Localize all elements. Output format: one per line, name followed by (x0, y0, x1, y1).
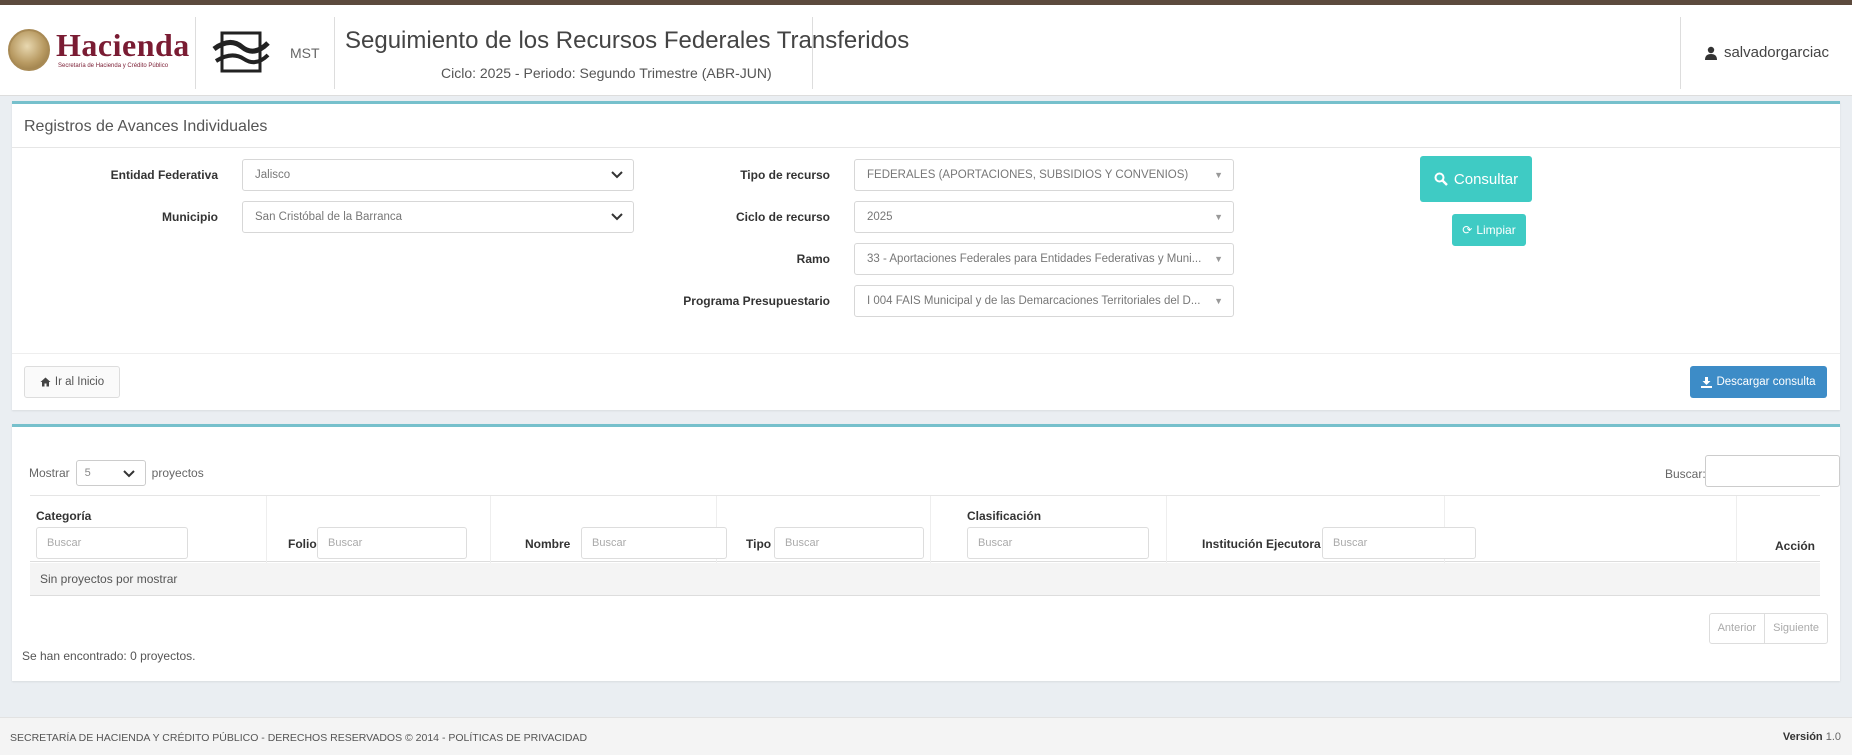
mostrar-label: Mostrar (29, 466, 70, 480)
panel-title: Registros de Avances Individuales (24, 118, 268, 135)
home-icon (40, 377, 51, 387)
national-seal-icon (8, 29, 50, 71)
ramo-select[interactable]: 33 - Aportaciones Federales para Entidad… (854, 243, 1234, 275)
empty-table-row: Sin proyectos por mostrar (30, 563, 1820, 596)
header-divider (1680, 17, 1681, 89)
ciclo-recurso-value: 2025 (867, 211, 893, 223)
tipo-recurso-value: FEDERALES (APORTACIONES, SUBSIDIOS Y CON… (867, 169, 1189, 181)
consultar-button[interactable]: Consultar (1420, 156, 1532, 202)
programa-label: Programa Presupuestario (683, 294, 830, 308)
clasificacion-filter-input[interactable]: Buscar (967, 527, 1149, 559)
descargar-consulta-button[interactable]: Descargar consulta (1690, 366, 1827, 398)
mst-logo-icon (212, 31, 270, 73)
header-divider (195, 17, 196, 89)
programa-value: I 004 FAIS Municipal y de las Demarcacio… (867, 295, 1201, 307)
refresh-icon: ⟳ (1462, 223, 1473, 237)
ramo-value: 33 - Aportaciones Federales para Entidad… (867, 253, 1202, 265)
consultar-label: Consultar (1453, 170, 1519, 188)
footer-copyright[interactable]: SECRETARÍA DE HACIENDA Y CRÉDITO PÚBLICO… (10, 732, 587, 744)
brand-name: Hacienda (56, 27, 190, 63)
mst-label: MST (290, 45, 320, 61)
download-icon (1701, 376, 1713, 388)
caret-down-icon: ▼ (1214, 296, 1223, 306)
user-icon (1704, 46, 1717, 60)
column-header-folio[interactable]: Folio (288, 537, 317, 551)
ramo-label: Ramo (796, 252, 830, 266)
table-header: Categoría Buscar Folio Buscar Nombre Bus… (30, 495, 1820, 563)
ir-al-inicio-button[interactable]: Ir al Inicio (24, 366, 120, 398)
chevron-down-icon (122, 470, 135, 478)
previous-page-button[interactable]: Anterior (1710, 614, 1765, 643)
header-divider (812, 17, 813, 89)
tipo-recurso-label: Tipo de recurso (740, 168, 830, 182)
page-footer: SECRETARÍA DE HACIENDA Y CRÉDITO PÚBLICO… (0, 717, 1852, 755)
institucion-filter-input[interactable]: Buscar (1322, 527, 1476, 559)
ciclo-recurso-select[interactable]: 2025 ▼ (854, 201, 1234, 233)
chevron-down-icon (611, 213, 623, 221)
column-header-categoria[interactable]: Categoría (36, 509, 91, 523)
version-number: 1.0 (1825, 731, 1841, 743)
chevron-down-icon (611, 171, 623, 179)
ir-al-inicio-label: Ir al Inicio (54, 376, 105, 388)
page-length-control: Mostrar 5 proyectos (29, 460, 204, 486)
filters-panel: Registros de Avances Individuales Entida… (12, 101, 1840, 410)
municipio-label: Municipio (162, 210, 218, 224)
page-length-select[interactable]: 5 (75, 460, 146, 486)
brand-subtitle: Secretaría de Hacienda y Crédito Público (58, 63, 169, 69)
global-search-input[interactable] (1705, 455, 1840, 487)
caret-down-icon: ▼ (1214, 170, 1223, 180)
caret-down-icon: ▼ (1214, 254, 1223, 264)
column-divider (930, 496, 931, 563)
results-count: Se han encontrado: 0 proyectos. (22, 649, 196, 663)
tipo-filter-input[interactable]: Buscar (774, 527, 924, 559)
column-divider (490, 496, 491, 563)
username: salvadorgarciac (1723, 44, 1829, 61)
column-header-clasificacion[interactable]: Clasificación (967, 509, 1041, 523)
limpiar-label: Limpiar (1476, 223, 1516, 237)
limpiar-button[interactable]: ⟳ Limpiar (1452, 214, 1526, 246)
entidad-select[interactable]: Jalisco (242, 159, 634, 191)
pagination: Anterior Siguiente (1708, 613, 1828, 644)
column-divider (1166, 496, 1167, 563)
entidad-value: Jalisco (255, 169, 291, 181)
cycle-period: Ciclo: 2025 - Periodo: Segundo Trimestre… (441, 65, 772, 81)
page-title: Seguimiento de los Recursos Federales Tr… (345, 27, 910, 54)
ciclo-recurso-label: Ciclo de recurso (735, 210, 830, 224)
panel-divider (12, 353, 1840, 354)
programa-select[interactable]: I 004 FAIS Municipal y de las Demarcacio… (854, 285, 1234, 317)
column-header-accion: Acción (1775, 539, 1816, 553)
caret-down-icon: ▼ (1214, 212, 1223, 222)
hacienda-logo[interactable]: Hacienda Secretaría de Hacienda y Crédit… (8, 25, 208, 77)
descargar-label: Descargar consulta (1716, 376, 1816, 388)
column-header-nombre[interactable]: Nombre (525, 537, 570, 551)
results-panel: Mostrar 5 proyectos Buscar: Categoría Bu… (12, 424, 1840, 681)
column-header-tipo[interactable]: Tipo (746, 537, 771, 551)
page-length-value: 5 (84, 467, 91, 479)
next-page-button[interactable]: Siguiente (1764, 614, 1827, 643)
municipio-select[interactable]: San Cristóbal de la Barranca (242, 201, 634, 233)
version-info: Versión 1.0 (1783, 731, 1841, 743)
panel-divider (12, 147, 1840, 148)
column-divider (266, 496, 267, 563)
user-menu[interactable]: salvadorgarciac (1704, 44, 1829, 61)
column-header-institucion-ejecutora[interactable]: Institución Ejecutora (1202, 537, 1321, 551)
column-divider (1736, 496, 1737, 563)
tipo-recurso-select[interactable]: FEDERALES (APORTACIONES, SUBSIDIOS Y CON… (854, 159, 1234, 191)
header-divider (334, 17, 335, 89)
buscar-label: Buscar: (1665, 467, 1706, 481)
entidad-label: Entidad Federativa (110, 168, 218, 182)
categoria-filter-input[interactable]: Buscar (36, 527, 188, 559)
search-icon (1434, 172, 1448, 186)
folio-filter-input[interactable]: Buscar (317, 527, 467, 559)
nombre-filter-input[interactable]: Buscar (581, 527, 727, 559)
app-header: Hacienda Secretaría de Hacienda y Crédit… (0, 5, 1852, 96)
version-label: Versión (1782, 731, 1823, 743)
municipio-value: San Cristóbal de la Barranca (255, 211, 403, 223)
proyectos-label: proyectos (151, 466, 204, 480)
